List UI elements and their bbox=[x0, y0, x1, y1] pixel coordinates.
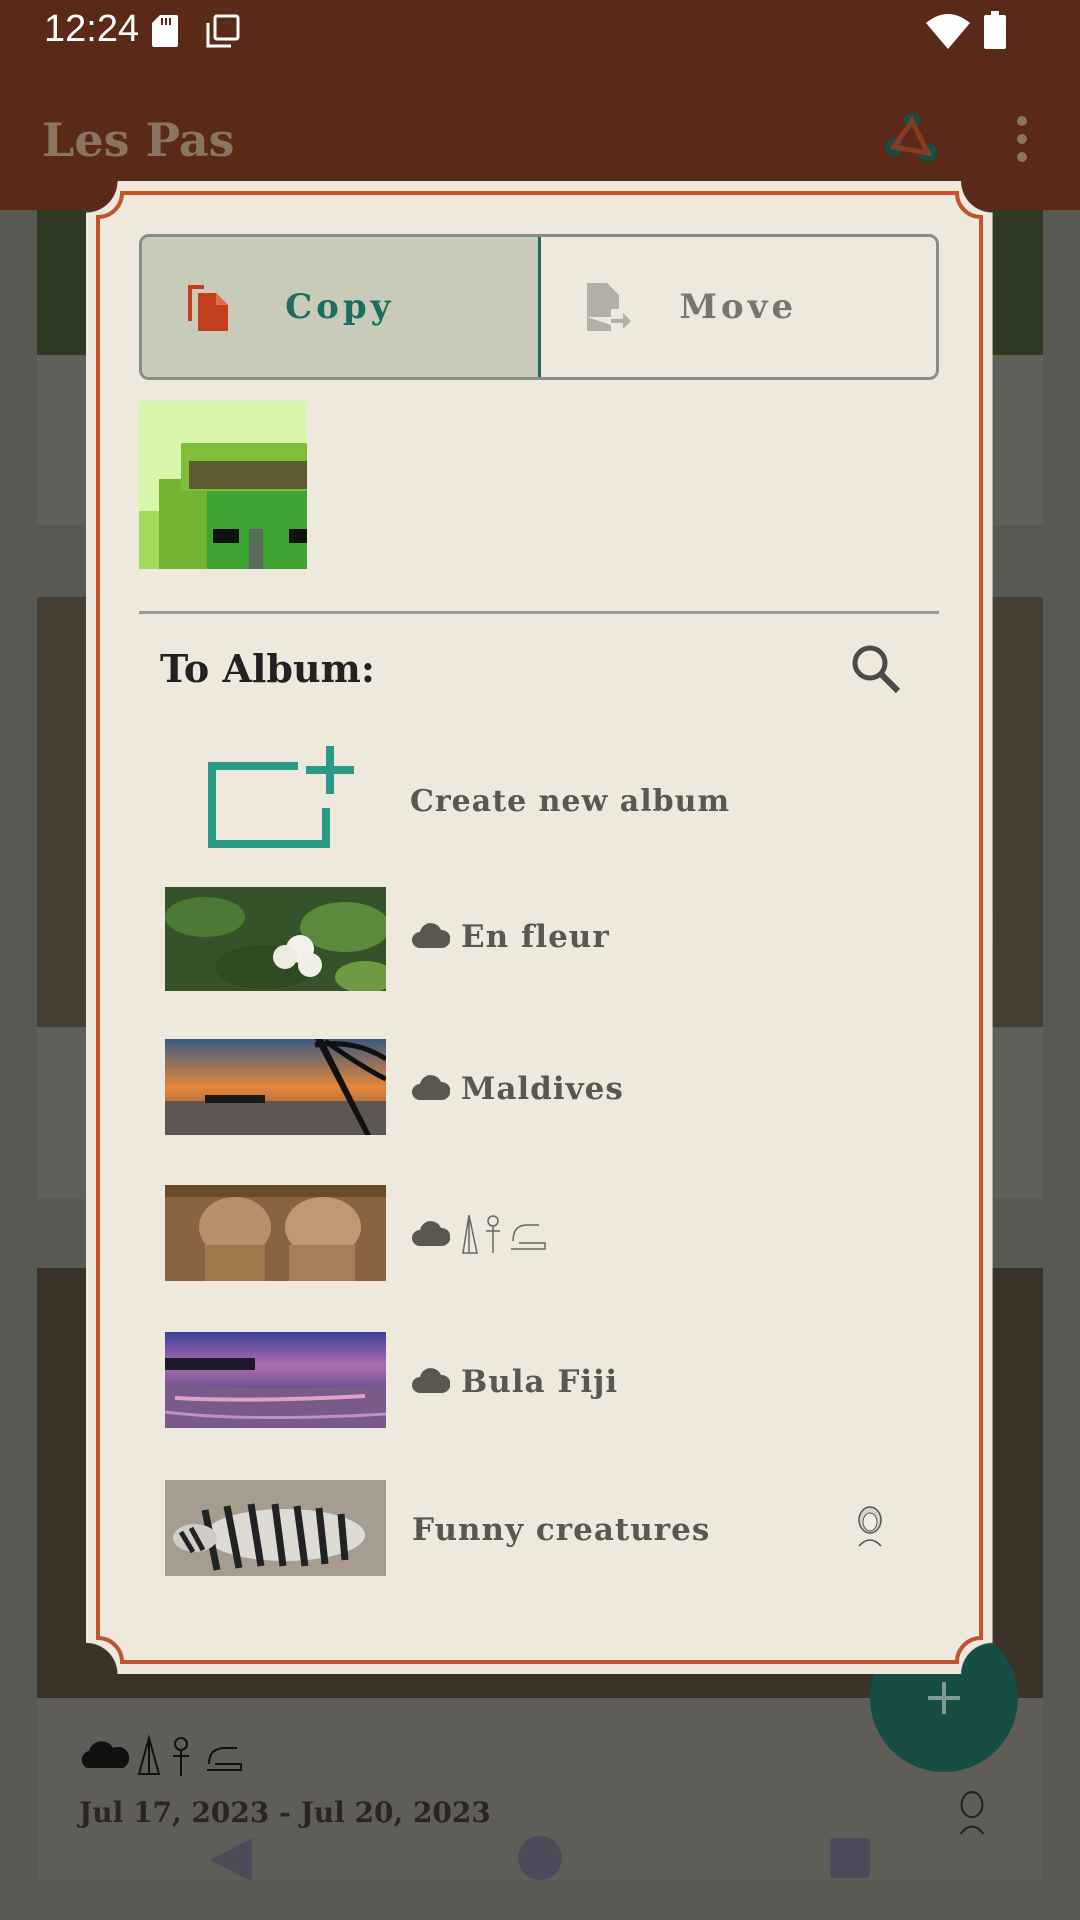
battery-icon bbox=[984, 11, 1006, 49]
overflow-menu-icon[interactable] bbox=[1008, 113, 1036, 165]
album-item-maldives[interactable]: Maldives bbox=[165, 1039, 925, 1139]
avatar-icon bbox=[959, 1791, 985, 1835]
share-icon[interactable] bbox=[884, 111, 940, 167]
wifi-icon bbox=[926, 14, 970, 49]
copy-button[interactable]: Copy bbox=[142, 237, 541, 377]
cloud-icon bbox=[412, 1368, 450, 1393]
album-date-range: Jul 17, 2023 - Jul 20, 2023 bbox=[79, 1796, 491, 1829]
album-name: Maldives bbox=[461, 1071, 624, 1107]
album-thumbnail bbox=[165, 1480, 386, 1576]
album-name: Bula Fiji bbox=[461, 1364, 619, 1400]
album-name: Funny creatures bbox=[412, 1512, 711, 1548]
shared-by-avatar-icon bbox=[858, 1506, 882, 1547]
nav-recents-button[interactable] bbox=[830, 1838, 870, 1878]
album-meta-icons bbox=[81, 1734, 242, 1776]
album-item-funny-creatures[interactable]: Funny creatures bbox=[165, 1480, 925, 1580]
album-thumbnail bbox=[165, 1039, 386, 1135]
nav-home-button[interactable] bbox=[518, 1836, 562, 1880]
create-new-album-label: Create new album bbox=[410, 784, 731, 819]
copy-move-toggle: Copy Move bbox=[139, 234, 939, 380]
selected-photo-thumbnail bbox=[139, 401, 307, 569]
status-time: 12:24 bbox=[44, 8, 140, 50]
divider bbox=[139, 611, 939, 614]
search-icon[interactable] bbox=[848, 641, 902, 695]
album-item-egypt[interactable] bbox=[165, 1185, 925, 1285]
cloud-icon bbox=[412, 923, 450, 948]
copy-move-dialog: Copy Move To Album: Create new album En … bbox=[86, 181, 993, 1674]
album-thumbnail bbox=[165, 1332, 386, 1428]
add-album-icon bbox=[208, 746, 354, 848]
status-bar: 12:24 bbox=[0, 0, 1080, 63]
move-file-icon bbox=[586, 283, 631, 331]
hieroglyph-title-icons bbox=[462, 1214, 546, 1254]
to-album-heading: To Album: bbox=[160, 646, 375, 691]
copy-icon bbox=[188, 285, 228, 331]
move-label: Move bbox=[679, 287, 798, 327]
move-button[interactable]: Move bbox=[541, 237, 937, 377]
screenshot-icon bbox=[206, 14, 240, 48]
create-new-album-row[interactable]: Create new album bbox=[206, 746, 906, 856]
album-thumbnail bbox=[165, 887, 386, 991]
album-thumbnail bbox=[165, 1185, 386, 1281]
plus-icon bbox=[928, 1682, 960, 1714]
cloud-icon bbox=[412, 1221, 450, 1246]
copy-label: Copy bbox=[285, 287, 395, 327]
album-name: En fleur bbox=[461, 919, 610, 955]
sd-card-icon bbox=[152, 15, 178, 47]
album-item-en-fleur[interactable]: En fleur bbox=[165, 887, 925, 991]
album-item-bula-fiji[interactable]: Bula Fiji bbox=[165, 1332, 925, 1432]
nav-back-button[interactable] bbox=[208, 1836, 254, 1884]
cloud-icon bbox=[412, 1075, 450, 1100]
app-title: Les Pas bbox=[42, 113, 235, 167]
